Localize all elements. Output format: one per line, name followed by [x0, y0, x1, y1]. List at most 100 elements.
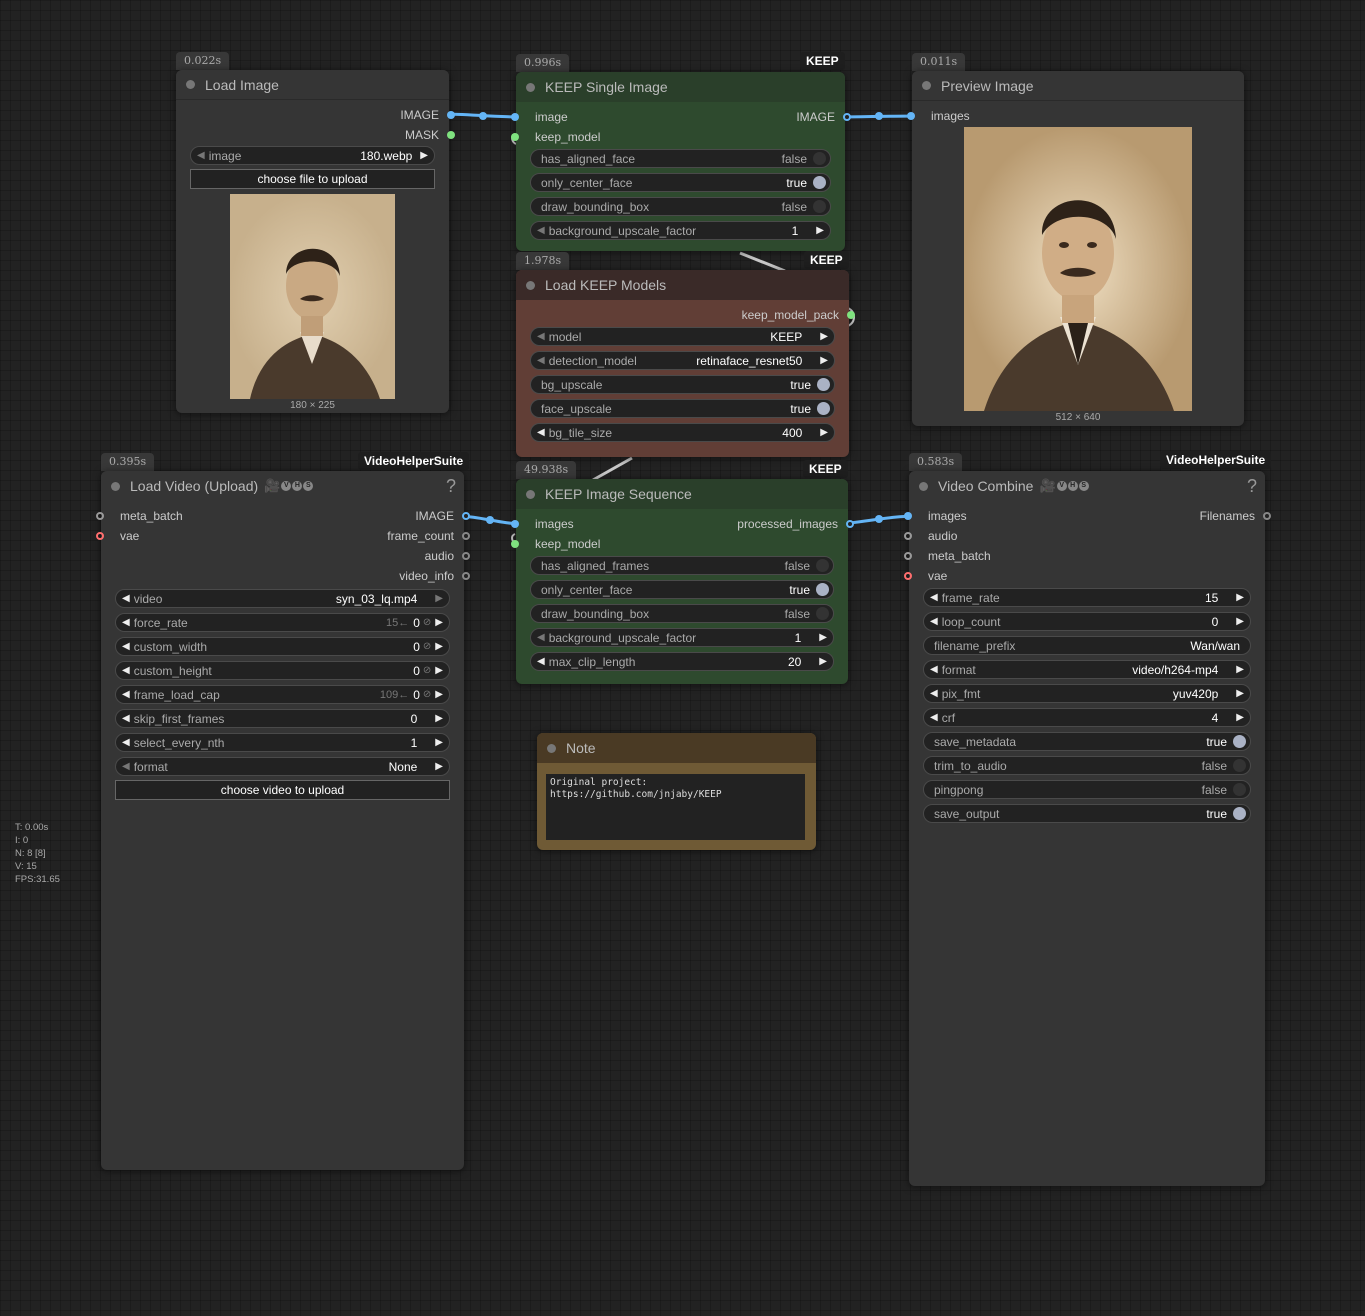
save-output-toggle[interactable]: save_output true: [923, 804, 1251, 823]
input-pin-icon[interactable]: [511, 520, 519, 528]
keep-single-image-node[interactable]: KEEP Single Image image keep_model IMAGE…: [511, 72, 851, 251]
arrow-left-icon[interactable]: ◀: [930, 592, 938, 603]
arrow-right-icon[interactable]: ▶: [435, 737, 443, 748]
pingpong-toggle[interactable]: pingpong false: [923, 780, 1251, 799]
has-aligned-frames-toggle[interactable]: has_aligned_frames false: [530, 556, 834, 575]
skip-first-frames-number[interactable]: ◀ skip_first_frames 0 ▶: [115, 709, 450, 728]
output-slot-image[interactable]: IMAGE: [796, 107, 851, 127]
output-slot-audio[interactable]: audio: [425, 546, 470, 566]
format-combo[interactable]: ◀ format video/h264-mp4 ▶: [923, 660, 1251, 679]
arrow-left-icon[interactable]: ◀: [122, 617, 130, 628]
note-textarea[interactable]: Original project: https://github.com/jnj…: [546, 774, 805, 840]
arrow-right-icon[interactable]: ▶: [819, 632, 827, 643]
video-combine-node[interactable]: Video Combine 🎥 V H S ? images audio meta_b…: [904, 471, 1271, 1186]
max-clip-length-number[interactable]: ◀ max_clip_length 20 ▶: [530, 652, 834, 671]
arrow-left-icon[interactable]: ◀: [537, 225, 545, 236]
arrow-left-icon[interactable]: ◀: [537, 656, 545, 667]
input-slot-images[interactable]: images: [907, 106, 970, 126]
output-slot-frame-count[interactable]: frame_count: [387, 526, 470, 546]
arrow-right-icon[interactable]: ▶: [435, 641, 443, 652]
arrow-right-icon[interactable]: ▶: [819, 656, 827, 667]
input-slot-vae[interactable]: vae: [904, 566, 947, 586]
output-pin-icon[interactable]: [462, 572, 470, 580]
input-slot-images[interactable]: images: [511, 514, 574, 534]
toggle-knob-icon[interactable]: [816, 559, 829, 572]
bg-tile-size-number[interactable]: ◀ bg_tile_size 400 ▶: [530, 423, 835, 442]
toggle-knob-icon[interactable]: [813, 176, 826, 189]
output-slot-image[interactable]: IMAGE: [415, 506, 470, 526]
arrow-right-icon[interactable]: ▶: [1236, 592, 1244, 603]
model-combo[interactable]: ◀ model KEEP ▶: [530, 327, 835, 346]
help-icon[interactable]: ?: [446, 476, 456, 497]
collapse-dot-icon[interactable]: [526, 280, 535, 290]
toggle-knob-icon[interactable]: [816, 583, 829, 596]
arrow-right-icon[interactable]: ▶: [820, 331, 828, 342]
input-slot-vae[interactable]: vae: [96, 526, 139, 546]
input-pin-icon[interactable]: [96, 532, 104, 540]
custom-width-number[interactable]: ◀ custom_width 0 ⊘ ▶: [115, 637, 450, 656]
loop-count-number[interactable]: ◀ loop_count 0 ▶: [923, 612, 1251, 631]
arrow-right-icon[interactable]: ▶: [1236, 616, 1244, 627]
disable-icon[interactable]: ⊘: [423, 641, 431, 652]
toggle-knob-icon[interactable]: [1233, 783, 1246, 796]
output-pin-icon[interactable]: [462, 532, 470, 540]
toggle-knob-icon[interactable]: [816, 607, 829, 620]
arrow-right-icon[interactable]: ▶: [1236, 712, 1244, 723]
input-slot-image[interactable]: image: [511, 107, 568, 127]
collapse-dot-icon[interactable]: [922, 81, 931, 90]
video-combo[interactable]: ◀ video syn_03_lq.mp4 ▶: [115, 589, 450, 608]
frame-load-cap-number[interactable]: ◀ frame_load_cap 109← 0 ⊘ ▶: [115, 685, 450, 704]
input-slot-meta-batch[interactable]: meta_batch: [904, 546, 991, 566]
load-image-node[interactable]: Load Image IMAGE MASK ◀ image 180.webp ▶…: [176, 70, 455, 413]
frame-rate-number[interactable]: ◀ frame_rate 15 ▶: [923, 588, 1251, 607]
image-combo[interactable]: ◀ image 180.webp ▶: [190, 146, 435, 165]
crf-number[interactable]: ◀ crf 4 ▶: [923, 708, 1251, 727]
output-pin-icon[interactable]: [447, 111, 455, 119]
has-aligned-face-toggle[interactable]: has_aligned_face false: [530, 149, 831, 168]
input-slot-images[interactable]: images: [904, 506, 967, 526]
arrow-left-icon[interactable]: ◀: [122, 665, 130, 676]
input-pin-icon[interactable]: [904, 572, 912, 580]
output-slot-keep-model-pack[interactable]: keep_model_pack: [742, 305, 855, 325]
choose-video-button[interactable]: choose video to upload: [115, 780, 450, 800]
output-slot-processed-images[interactable]: processed_images: [737, 514, 854, 534]
help-icon[interactable]: ?: [1247, 476, 1257, 497]
toggle-knob-icon[interactable]: [1233, 735, 1246, 748]
arrow-left-icon[interactable]: ◀: [930, 664, 938, 675]
arrow-left-icon[interactable]: ◀: [537, 427, 545, 438]
note-node[interactable]: Note Original project: https://github.co…: [537, 733, 816, 850]
keep-image-sequence-node[interactable]: KEEP Image Sequence images keep_model pr…: [511, 479, 854, 684]
output-pin-icon[interactable]: [462, 552, 470, 560]
arrow-left-icon[interactable]: ◀: [197, 150, 205, 161]
draw-bounding-box-toggle[interactable]: draw_bounding_box false: [530, 604, 834, 623]
collapse-dot-icon[interactable]: [919, 481, 928, 491]
arrow-left-icon[interactable]: ◀: [122, 641, 130, 652]
arrow-left-icon[interactable]: ◀: [122, 761, 130, 772]
arrow-right-icon[interactable]: ▶: [435, 689, 443, 700]
node-title-bar[interactable]: Load Image: [176, 70, 449, 100]
force-rate-number[interactable]: ◀ force_rate 15← 0 ⊘ ▶: [115, 613, 450, 632]
input-pin-icon[interactable]: [511, 540, 519, 548]
output-slot-mask[interactable]: MASK: [405, 125, 455, 145]
input-pin-icon[interactable]: [907, 112, 915, 120]
arrow-left-icon[interactable]: ◀: [122, 689, 130, 700]
input-pin-icon[interactable]: [96, 512, 104, 520]
collapse-dot-icon[interactable]: [111, 481, 120, 491]
arrow-right-icon[interactable]: ▶: [1236, 688, 1244, 699]
background-upscale-factor-number[interactable]: ◀ background_upscale_factor 1 ▶: [530, 628, 834, 647]
node-title-bar[interactable]: KEEP Single Image: [516, 72, 845, 102]
disable-icon[interactable]: ⊘: [423, 665, 431, 676]
output-pin-icon[interactable]: [846, 520, 854, 528]
background-upscale-factor-number[interactable]: ◀ background_upscale_factor 1 ▶: [530, 221, 831, 240]
arrow-left-icon[interactable]: ◀: [122, 713, 130, 724]
arrow-right-icon[interactable]: ▶: [435, 713, 443, 724]
arrow-right-icon[interactable]: ▶: [435, 665, 443, 676]
toggle-knob-icon[interactable]: [813, 200, 826, 213]
load-video-node[interactable]: Load Video (Upload) 🎥 V H S ? meta_batch va…: [96, 471, 470, 1170]
node-title-bar[interactable]: Video Combine 🎥 V H S ?: [909, 471, 1265, 501]
arrow-right-icon[interactable]: ▶: [435, 617, 443, 628]
input-pin-icon[interactable]: [904, 552, 912, 560]
input-pin-icon[interactable]: [904, 532, 912, 540]
output-slot-filenames[interactable]: Filenames: [1200, 506, 1271, 526]
arrow-left-icon[interactable]: ◀: [122, 737, 130, 748]
